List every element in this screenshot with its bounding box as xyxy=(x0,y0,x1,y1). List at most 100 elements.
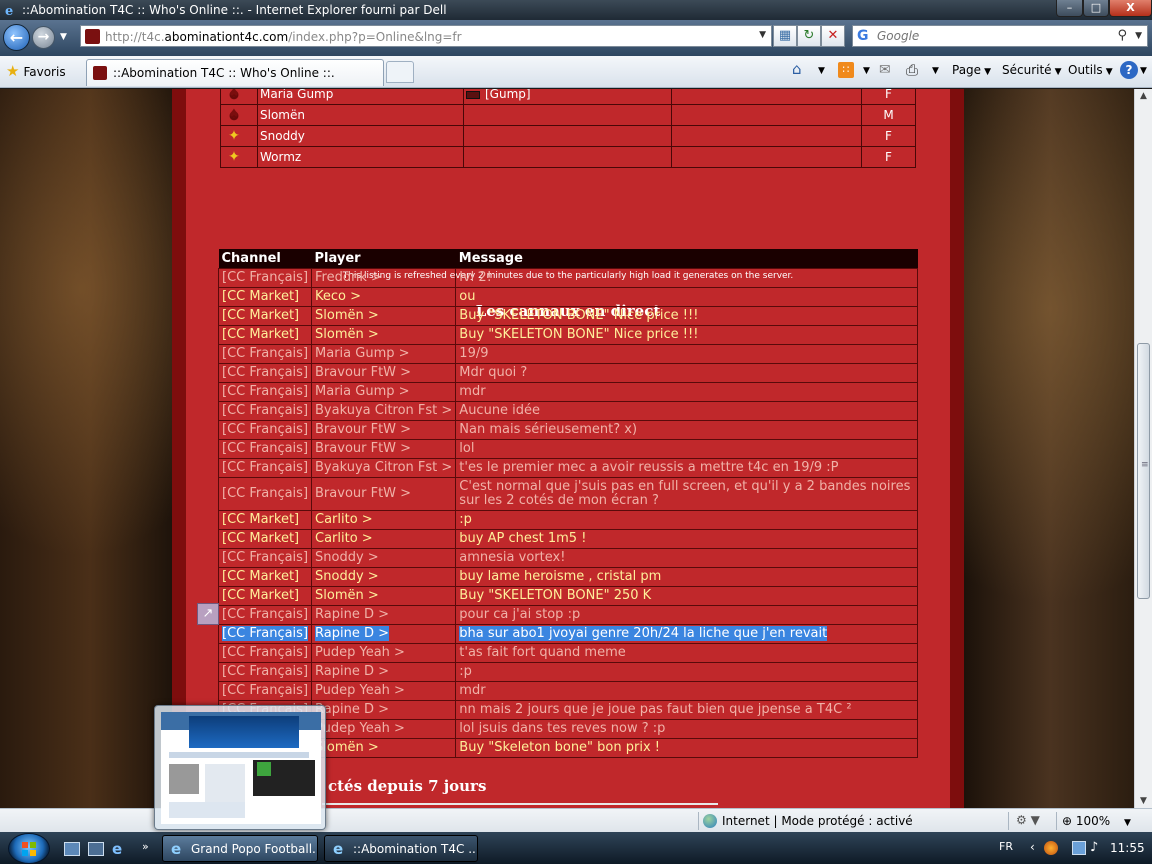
message-text-cell: :p xyxy=(455,509,918,530)
channel-name: [CC Français] xyxy=(222,485,309,501)
ie-logo-icon: e xyxy=(171,840,182,858)
taskbar-item-grand-popo[interactable]: e Grand Popo Football... xyxy=(162,835,318,862)
start-button[interactable] xyxy=(8,833,50,864)
red-demon-icon: ♠ xyxy=(226,89,242,102)
mail-icon[interactable]: ✉ xyxy=(879,62,891,78)
guild-flag-icon xyxy=(466,90,480,99)
close-window-button[interactable]: X xyxy=(1109,0,1152,17)
taskbar-clock[interactable]: 11:55 xyxy=(1110,841,1145,855)
message-text: lol xyxy=(459,441,475,456)
channel-message-row: [CC Français] Snoddy > amnesia vortex! xyxy=(217,547,918,568)
player-extra-cell xyxy=(671,146,862,168)
switch-windows-icon[interactable] xyxy=(88,842,104,856)
address-dropdown-icon[interactable]: ▼ xyxy=(759,30,766,40)
protected-mode-dropdown-icon[interactable]: ⚙ ▼ xyxy=(1016,813,1040,827)
quicklaunch-more-icon[interactable]: » xyxy=(142,840,149,853)
maximize-button[interactable]: □ xyxy=(1083,0,1109,17)
show-desktop-icon[interactable] xyxy=(64,842,80,856)
search-input[interactable] xyxy=(877,28,1107,44)
scroll-up-arrow-icon[interactable]: ▲ xyxy=(1135,91,1152,101)
scrollbar-thumb[interactable]: ≡ xyxy=(1137,343,1150,599)
player-name: Bravour FtW > xyxy=(315,441,412,456)
player-name: Bravour FtW > xyxy=(315,422,412,437)
channel-name: [CC Français] xyxy=(222,384,309,399)
red-demon-icon: ♠ xyxy=(226,107,242,123)
thumbnail-screenshot xyxy=(161,712,321,824)
address-bar[interactable]: http://t4c.abominationt4c.com/index.php?… xyxy=(80,25,772,47)
tools-menu[interactable]: Outils ▼ xyxy=(1068,63,1113,77)
channel-message-row: [CC Français] Byakuya Citron Fst > t'es le… xyxy=(217,457,918,478)
online-players-table: ♠ Maria Gump [Gump] F ♠ Slomën M ✦ Snoddy F ✦ Wormz… xyxy=(220,89,916,168)
player-name-cell: Rapine D > xyxy=(311,661,457,682)
page-menu[interactable]: Page ▼ xyxy=(952,63,991,77)
message-text-cell: Buy "Skeleton bone" bon prix ! xyxy=(455,737,918,758)
player-name: Byakuya Citron Fst > xyxy=(315,460,453,475)
channel-message-row: [CC Français] Pudep Yeah > t'as fait fort … xyxy=(217,642,918,663)
recent-pages-dropdown-icon[interactable]: ▼ xyxy=(60,32,67,42)
channel-name-cell: [CC Français] xyxy=(217,547,313,568)
network-icon[interactable] xyxy=(1072,841,1086,855)
print-icon[interactable]: ⎙ xyxy=(906,61,918,79)
forward-button[interactable]: → xyxy=(32,26,55,49)
player-name: Slomën xyxy=(257,104,464,126)
message-text-cell: amnesia vortex! xyxy=(455,547,918,568)
help-dropdown-icon[interactable]: ▼ xyxy=(1140,66,1147,76)
scroll-down-arrow-icon[interactable]: ▼ xyxy=(1135,796,1152,806)
channel-message-row: [CC Market] Slomën > Buy "SKELETON BONE" 2… xyxy=(217,585,918,606)
refresh-button[interactable]: ↻ xyxy=(797,25,821,47)
chevron-down-icon: ▼ xyxy=(1054,67,1062,77)
status-separator xyxy=(1008,812,1009,830)
channel-name-cell: [CC Market] xyxy=(217,305,313,326)
player-icon-cell: ♠ xyxy=(220,89,258,105)
section-divider xyxy=(322,803,718,805)
accelerator-icon[interactable]: ↗ xyxy=(197,603,219,625)
tray-expand-icon[interactable]: ‹ xyxy=(1030,840,1035,854)
help-icon[interactable]: ? xyxy=(1120,61,1138,79)
player-name: Rapine D > xyxy=(315,664,389,679)
channel-name-cell: [CC Français] xyxy=(217,661,313,682)
print-dropdown-icon[interactable]: ▼ xyxy=(932,66,939,76)
channel-name-cell: [CC Français] xyxy=(217,623,313,644)
home-icon[interactable]: ⌂ xyxy=(792,60,802,78)
player-name: Byakuya Citron Fst > xyxy=(315,403,453,418)
taskbar-thumbnail-preview[interactable] xyxy=(154,705,326,830)
message-text: nn mais 2 jours que je joue pas faut bie… xyxy=(459,702,852,717)
security-menu[interactable]: Sécurité ▼ xyxy=(1002,63,1061,77)
rss-dropdown-icon[interactable]: ▼ xyxy=(863,66,870,76)
back-button[interactable]: ← xyxy=(3,24,30,51)
tray-app-icon[interactable] xyxy=(1044,841,1058,855)
ie-quicklaunch-icon[interactable]: e xyxy=(112,842,128,857)
minimize-button[interactable]: – xyxy=(1056,0,1083,17)
search-icon[interactable]: ⚲ xyxy=(1117,28,1127,43)
home-dropdown-icon[interactable]: ▼ xyxy=(818,66,825,76)
message-text: lvl 2! xyxy=(459,270,492,285)
search-box[interactable]: G ⚲ ▼ xyxy=(852,25,1148,47)
message-text-cell: C'est normal que j'suis pas en full scre… xyxy=(455,476,918,511)
stop-button[interactable]: ✕ xyxy=(821,25,845,47)
search-options-dropdown-icon[interactable]: ▼ xyxy=(1135,31,1142,41)
channel-name-cell: [CC Français] xyxy=(217,362,313,383)
language-indicator[interactable]: FR xyxy=(999,840,1013,853)
channel-name-cell: [CC Market] xyxy=(217,509,313,530)
rss-feed-icon[interactable]: ∷ xyxy=(838,62,854,78)
message-text-cell: mdr xyxy=(455,381,918,402)
message-text: Nan mais sérieusement? x) xyxy=(459,422,638,437)
tab-who-is-online[interactable]: ::Abomination T4C :: Who's Online ::. xyxy=(86,59,384,86)
grip-icon: ≡ xyxy=(1141,460,1149,470)
player-column-header: Player xyxy=(311,249,456,268)
compatibility-view-button[interactable]: ▦ xyxy=(773,25,797,47)
security-zone-text[interactable]: Internet | Mode protégé : activé xyxy=(722,814,913,828)
player-name-cell: Rapine D > xyxy=(311,699,457,720)
message-text: buy lame heroisme , cristal pm xyxy=(459,569,662,584)
volume-icon[interactable]: ♪ xyxy=(1090,841,1104,855)
player-name-cell: Bravour FtW > xyxy=(311,476,457,511)
channel-name: [CC Market] xyxy=(222,512,300,527)
favorites-button[interactable]: ★ Favoris xyxy=(6,62,66,82)
vertical-scrollbar[interactable]: ▲ ≡ ▼ xyxy=(1134,89,1152,808)
zoom-level-button[interactable]: ⊕ 100% ▼ xyxy=(1062,814,1131,828)
site-favicon-icon xyxy=(85,29,100,44)
new-tab-button[interactable] xyxy=(386,61,414,83)
channel-name: [CC Français] xyxy=(222,626,309,641)
address-url[interactable]: http://t4c.abominationt4c.com/index.php?… xyxy=(105,30,462,44)
taskbar-item-abomination[interactable]: e::Abomination T4C ... xyxy=(324,835,478,862)
